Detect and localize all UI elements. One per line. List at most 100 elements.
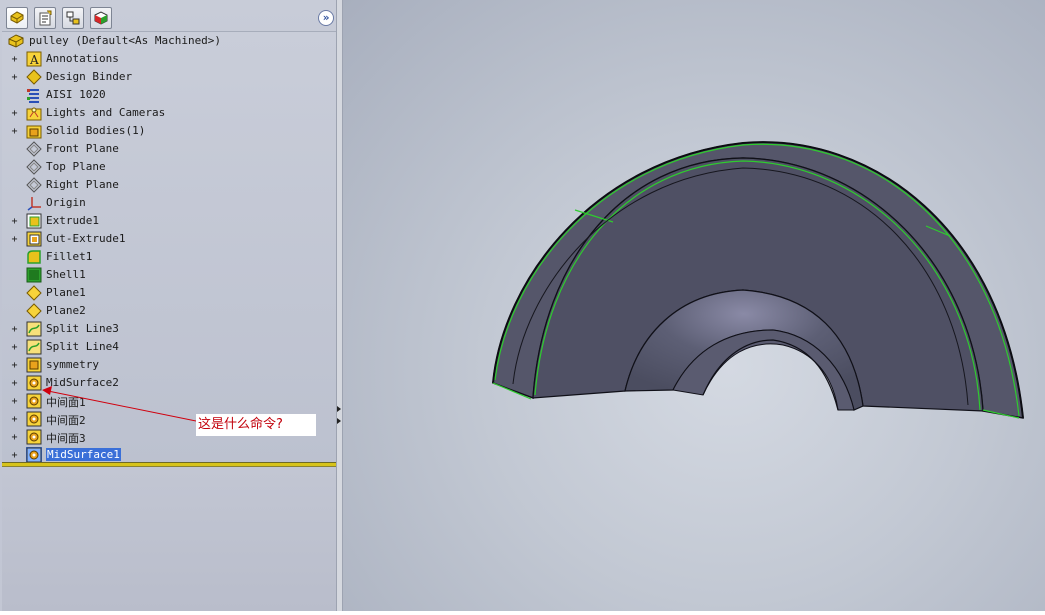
design-binder-icon xyxy=(26,69,42,85)
tree-item-label: 中间面3 xyxy=(46,432,86,445)
expand-toggle-icon[interactable]: + xyxy=(11,127,18,137)
tree-item-right-plane[interactable]: Right Plane xyxy=(2,176,332,194)
tree-item-label: Plane1 xyxy=(46,286,86,299)
tree-item-label: Annotations xyxy=(46,52,119,65)
tree-item-annotations[interactable]: + A Annotations xyxy=(2,50,332,68)
tree-item-plane1[interactable]: Plane1 xyxy=(2,284,332,302)
midsurface-icon xyxy=(26,411,42,427)
tree-item-plane2[interactable]: Plane2 xyxy=(2,302,332,320)
tree-item-label: 中间面2 xyxy=(46,414,86,427)
tree-item-label: Front Plane xyxy=(46,142,119,155)
configuration-manager-icon xyxy=(66,11,80,25)
tree-item-label: MidSurface1 xyxy=(46,448,121,461)
tree-item-label: Cut-Extrude1 xyxy=(46,232,126,245)
expand-toggle-icon xyxy=(11,164,18,171)
tree-item-fillet1[interactable]: Fillet1 xyxy=(2,248,332,266)
expand-toggle-icon xyxy=(11,290,18,297)
cut-extrude-icon xyxy=(26,231,42,247)
expand-toggle-icon xyxy=(11,254,18,261)
expand-toggle-icon[interactable]: + xyxy=(11,343,18,353)
expand-toggle-icon[interactable]: + xyxy=(11,55,18,65)
tree-item-symmetry[interactable]: + symmetry xyxy=(2,356,332,374)
tree-item-shell1[interactable]: Shell1 xyxy=(2,266,332,284)
pulley-model-render[interactable] xyxy=(343,0,1045,611)
solid-bodies-icon xyxy=(26,125,42,139)
tree-item-label: Shell1 xyxy=(46,268,86,281)
split-line-icon xyxy=(26,321,42,337)
tab-display-manager[interactable] xyxy=(90,7,112,29)
lights-cameras-icon xyxy=(26,107,42,121)
expand-toggle-icon xyxy=(11,272,18,279)
svg-text:A: A xyxy=(29,53,39,67)
expand-toggle-icon[interactable]: + xyxy=(11,325,18,335)
expand-toggle-icon[interactable]: + xyxy=(11,235,18,245)
part-icon xyxy=(8,34,24,48)
tree-item-solid-bodies-1[interactable]: + Solid Bodies(1) xyxy=(2,122,332,140)
expand-toggle-icon[interactable]: + xyxy=(11,397,18,407)
display-manager-icon xyxy=(94,11,108,25)
expand-toggle-icon[interactable]: + xyxy=(11,217,18,227)
midsurface-icon xyxy=(26,429,42,445)
tree-item-label: Design Binder xyxy=(46,70,133,83)
fillet-icon xyxy=(27,250,41,264)
panel-splitter[interactable] xyxy=(336,0,343,611)
sketch-feature-icon xyxy=(26,357,42,373)
tree-item-label: Split Line3 xyxy=(46,322,119,335)
expand-toggle-icon[interactable]: + xyxy=(11,73,18,83)
annotation-note: 这是什么命令? xyxy=(196,414,316,436)
graphics-viewport[interactable] xyxy=(343,0,1045,611)
tree-item-origin[interactable]: Origin xyxy=(2,194,332,212)
expand-toggle-icon[interactable]: + xyxy=(11,415,18,425)
disc-face xyxy=(532,157,984,412)
material-icon xyxy=(27,89,39,103)
expand-toggle-icon[interactable]: + xyxy=(11,451,18,461)
extrude-icon xyxy=(26,213,42,229)
tree-item-label: MidSurface2 xyxy=(46,376,119,389)
expand-toggle-icon xyxy=(11,92,18,99)
tree-item-split-line3[interactable]: + Split Line3 xyxy=(2,320,332,338)
tree-item-midsurface2[interactable]: + MidSurface2 xyxy=(2,374,332,392)
tree-item-1[interactable]: + 中间面1 xyxy=(2,392,332,410)
expand-toggle-icon xyxy=(11,308,18,315)
tree-item-split-line4[interactable]: + Split Line4 xyxy=(2,338,332,356)
origin-icon xyxy=(27,197,41,211)
panel-tab-bar: » xyxy=(0,0,340,32)
expand-toggle-icon[interactable]: + xyxy=(11,361,18,371)
tree-item-top-plane[interactable]: Top Plane xyxy=(2,158,332,176)
tree-item-lights-and-cameras[interactable]: + Lights and Cameras xyxy=(2,104,332,122)
ref-plane-icon xyxy=(26,285,42,301)
plane-icon xyxy=(26,159,42,175)
feature-manager-icon xyxy=(10,11,24,24)
tree-item-label: Extrude1 xyxy=(46,214,99,227)
shell-icon xyxy=(26,267,42,283)
tab-property-manager[interactable] xyxy=(34,7,56,29)
tree-item-label: Right Plane xyxy=(46,178,119,191)
tree-root-part[interactable]: pulley (Default<As Machined>) xyxy=(2,32,332,50)
tree-item-aisi-1020[interactable]: AISI 1020 xyxy=(2,86,332,104)
tree-item-label: Solid Bodies(1) xyxy=(46,124,146,137)
plane-icon xyxy=(26,177,42,193)
split-line-icon xyxy=(26,339,42,355)
ref-plane-icon xyxy=(26,303,42,319)
tree-item-label: Split Line4 xyxy=(46,340,119,353)
tree-item-label: Origin xyxy=(46,196,86,209)
expand-toggle-icon xyxy=(11,146,18,153)
tree-item-design-binder[interactable]: + Design Binder xyxy=(2,68,332,86)
expand-toggle-icon[interactable]: + xyxy=(11,433,18,443)
tree-item-label: Top Plane xyxy=(46,160,106,173)
expand-toggle-icon xyxy=(11,200,18,207)
tree-item-extrude1[interactable]: + Extrude1 xyxy=(2,212,332,230)
tree-item-front-plane[interactable]: Front Plane xyxy=(2,140,332,158)
tab-configuration-manager[interactable] xyxy=(62,7,84,29)
midsurface-icon xyxy=(26,447,42,463)
midsurface-icon xyxy=(26,393,42,409)
property-manager-icon xyxy=(39,10,52,26)
expand-toggle-icon[interactable]: + xyxy=(11,109,18,119)
expand-toggle-icon[interactable]: + xyxy=(11,379,18,389)
feature-tree: pulley (Default<As Machined>) + A Annotati… xyxy=(2,31,336,465)
collapse-panel-button[interactable]: » xyxy=(318,10,334,26)
plane-icon xyxy=(26,141,42,157)
tree-item-label: Lights and Cameras xyxy=(46,106,166,119)
tab-feature-manager[interactable] xyxy=(6,7,28,29)
tree-item-cut-extrude1[interactable]: + Cut-Extrude1 xyxy=(2,230,332,248)
